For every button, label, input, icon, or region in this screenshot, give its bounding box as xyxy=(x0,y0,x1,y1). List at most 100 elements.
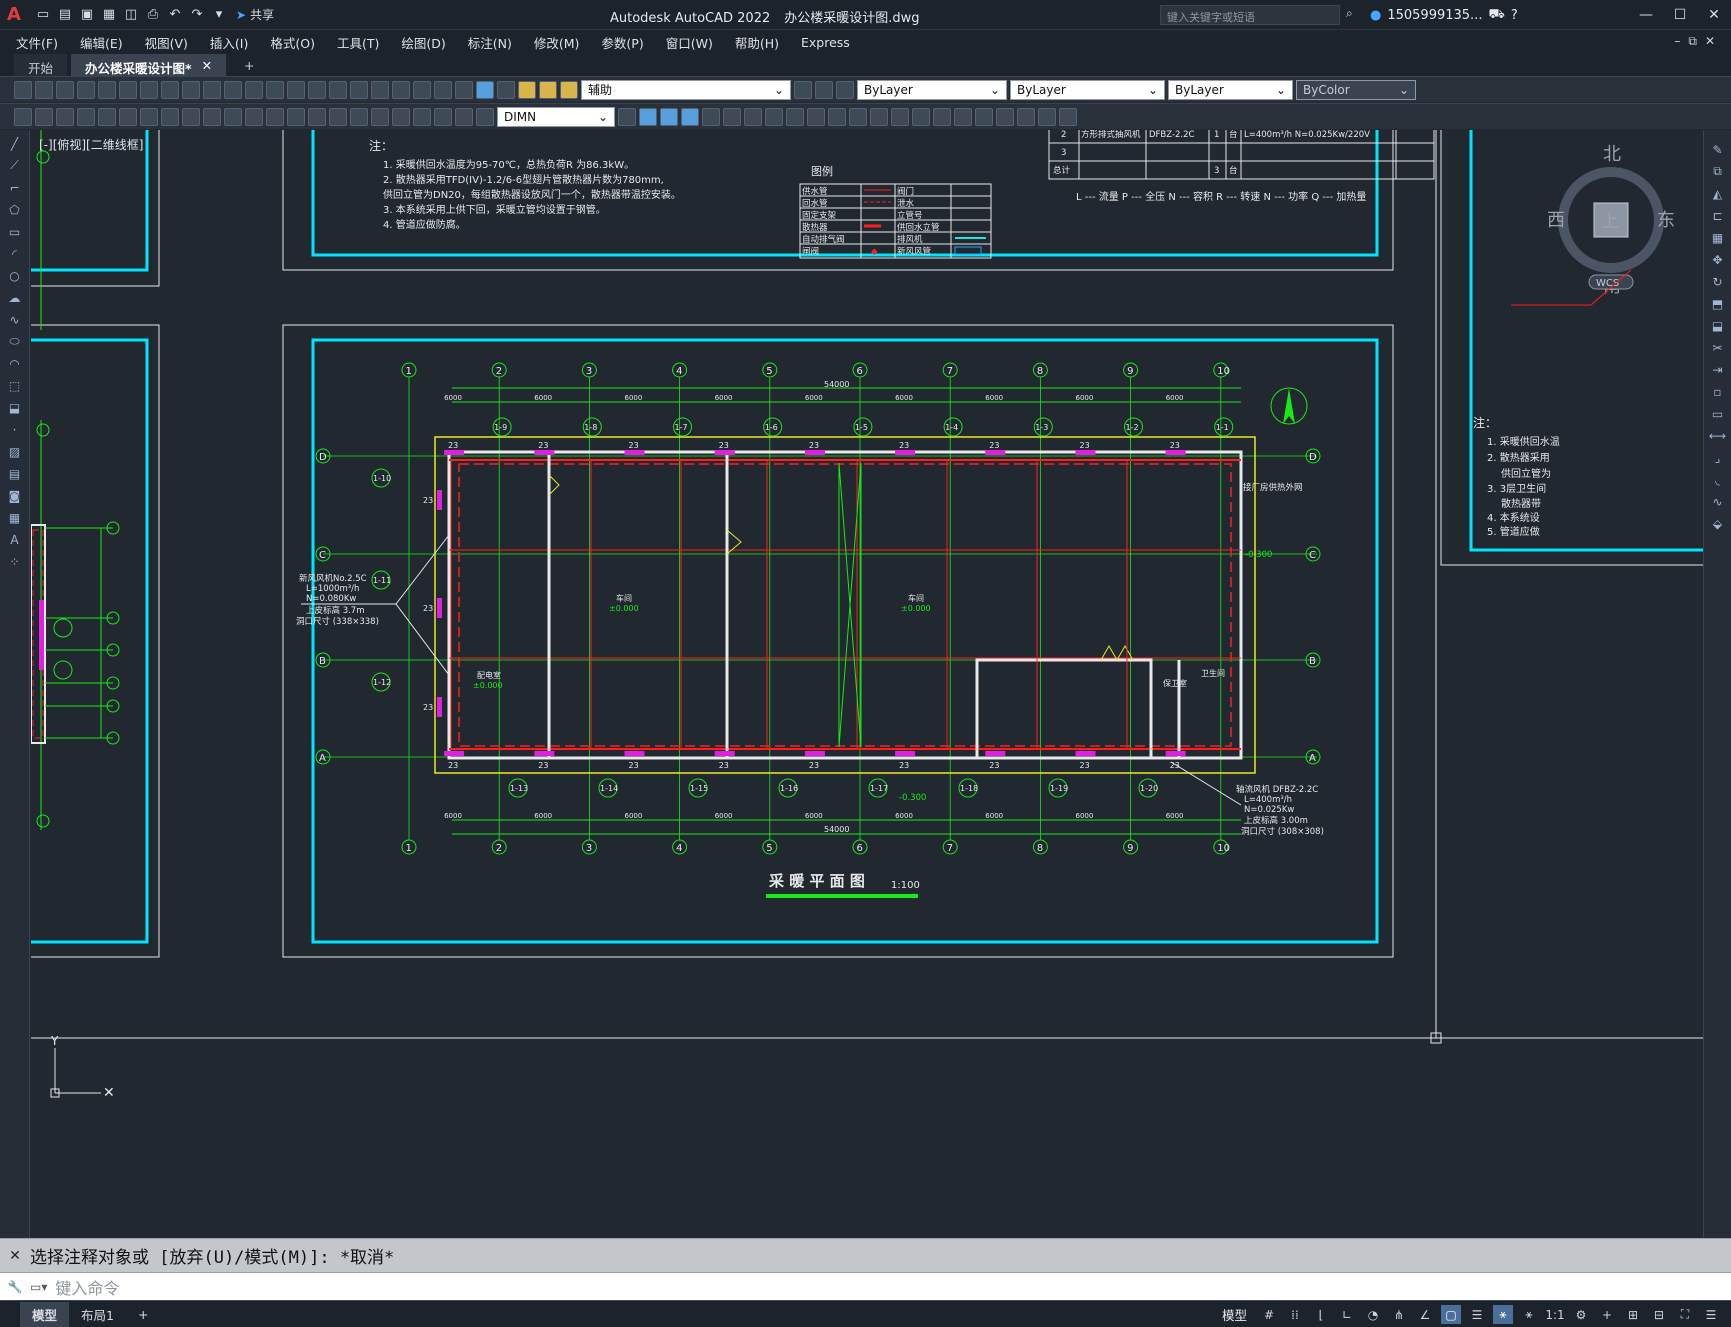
zoom-window-icon[interactable] xyxy=(308,80,326,99)
prompt-icon[interactable]: ▭▾ xyxy=(30,1280,47,1294)
user-account[interactable]: ● 1505999135... ⛟? xyxy=(1370,7,1518,24)
search-icon[interactable]: ⌕ xyxy=(1346,6,1353,21)
customization-icon[interactable]: ☰ xyxy=(1701,1305,1721,1324)
dropdown-icon[interactable]: ▾ xyxy=(210,6,228,24)
dimstyle-dropdown[interactable]: DIMN ⌄ xyxy=(497,106,615,127)
move-tool-icon[interactable]: ✥ xyxy=(1708,250,1728,269)
print-icon[interactable] xyxy=(77,80,95,99)
baseline-icon[interactable] xyxy=(266,107,284,126)
add-layout-button[interactable]: + xyxy=(126,1304,160,1325)
save-as-icon[interactable]: ▦ xyxy=(100,6,118,24)
save-file-icon[interactable] xyxy=(56,80,74,99)
open-file-icon[interactable] xyxy=(35,80,53,99)
command-input[interactable]: 键入命令 xyxy=(55,1275,119,1299)
cut-icon[interactable] xyxy=(140,80,158,99)
zoom-realtime-icon[interactable] xyxy=(287,80,305,99)
explode-icon[interactable] xyxy=(954,107,972,126)
command-line[interactable]: 🔧 ▭▾ 键入命令 xyxy=(0,1272,1731,1300)
region-icon[interactable]: ◙ xyxy=(5,486,25,505)
menu-insert[interactable]: 插入(I) xyxy=(210,33,248,52)
mirror-tool-icon[interactable]: ◭ xyxy=(1708,184,1728,203)
new-tab-button[interactable]: + xyxy=(230,54,268,76)
blend-icon[interactable]: ∿ xyxy=(1708,492,1728,511)
cart-icon[interactable]: ⛟ xyxy=(1488,7,1504,24)
annotation-monitor-icon[interactable]: + xyxy=(1597,1305,1617,1324)
move-icon[interactable] xyxy=(702,107,720,126)
lineweight-icon[interactable]: ☰ xyxy=(1467,1305,1487,1324)
ellipse-arc-icon[interactable]: ◠ xyxy=(5,354,25,373)
properties-icon[interactable] xyxy=(350,80,368,99)
qnew-icon[interactable] xyxy=(14,80,32,99)
help-icon[interactable]: ? xyxy=(1511,8,1518,23)
tool-palettes-icon[interactable] xyxy=(392,80,410,99)
circle-icon[interactable]: ○ xyxy=(5,266,25,285)
revcloud-icon[interactable]: ☁ xyxy=(5,288,25,307)
extend-tool-icon[interactable]: ⇥ xyxy=(1708,360,1728,379)
help-toolbar-icon[interactable] xyxy=(476,80,494,99)
chamfer-tool-icon[interactable]: ⌟ xyxy=(1708,448,1728,467)
menu-window[interactable]: 窗口(W) xyxy=(666,33,713,52)
break-point-icon[interactable]: ▫ xyxy=(1708,382,1728,401)
menu-view[interactable]: 视图(V) xyxy=(145,33,188,52)
menu-draw[interactable]: 绘图(D) xyxy=(401,33,445,52)
units-icon[interactable]: ⊞ xyxy=(1623,1305,1643,1324)
polygon-icon[interactable]: ⬠ xyxy=(5,200,25,219)
line-icon[interactable]: ╱ xyxy=(5,134,25,153)
paste-icon[interactable] xyxy=(182,80,200,99)
center-mark-icon[interactable] xyxy=(371,107,389,126)
diameter-icon[interactable] xyxy=(203,107,221,126)
explode-tool-icon[interactable]: ⬙ xyxy=(1708,514,1728,533)
fillet-icon[interactable] xyxy=(912,107,930,126)
menu-format[interactable]: 格式(O) xyxy=(270,33,315,52)
block-icon[interactable] xyxy=(1038,107,1056,126)
drawing-canvas[interactable]: 注： 1. 采暖供回水温度为95-70℃，总热负荷R 为86.3kW。 2. 散… xyxy=(31,130,1703,1238)
maximize-button[interactable]: ☐ xyxy=(1663,0,1697,30)
construction-line-icon[interactable]: ⟋ xyxy=(5,156,25,175)
menu-file[interactable]: 文件(F) xyxy=(16,33,58,52)
snap-icon[interactable]: ⁞⁞ xyxy=(1285,1305,1305,1324)
menu-edit[interactable]: 编辑(E) xyxy=(80,33,123,52)
menu-help[interactable]: 帮助(H) xyxy=(735,33,779,52)
fillet-tool-icon[interactable]: ◟ xyxy=(1708,470,1728,489)
undo-icon[interactable]: ↶ xyxy=(166,6,184,24)
tool-c-icon[interactable] xyxy=(56,107,74,126)
toolbar-redo-icon[interactable] xyxy=(245,80,263,99)
close-button[interactable]: ✕ xyxy=(1697,0,1731,30)
tolerance-icon[interactable] xyxy=(350,107,368,126)
tool-b-icon[interactable] xyxy=(35,107,53,126)
menu-express[interactable]: Express xyxy=(801,35,850,50)
arc-length-icon[interactable] xyxy=(119,107,137,126)
viewport-controls[interactable]: [-][俯视][二维线框] xyxy=(39,136,143,153)
sheet-set-icon[interactable] xyxy=(413,80,431,99)
copy-icon[interactable] xyxy=(161,80,179,99)
scale-tool-icon[interactable]: ⬒ xyxy=(1708,294,1728,313)
trim-icon[interactable] xyxy=(870,107,888,126)
polar-icon[interactable]: ◔ xyxy=(1363,1305,1383,1324)
inspect-icon[interactable] xyxy=(392,107,410,126)
jog-line-icon[interactable] xyxy=(413,107,431,126)
mtext-icon[interactable]: A xyxy=(5,530,25,549)
viewcube[interactable]: 上 北 南 东 西 WCS xyxy=(1547,144,1675,297)
erase-icon[interactable]: ✎ xyxy=(1708,140,1728,159)
copy-tool-icon[interactable]: ⧉ xyxy=(1708,162,1728,181)
isodraft-icon[interactable]: ⋔ xyxy=(1389,1305,1409,1324)
copy-obj-icon[interactable] xyxy=(723,107,741,126)
layer-previous-icon[interactable] xyxy=(815,80,833,99)
ellipse-icon[interactable]: ⬭ xyxy=(5,332,25,351)
layer-lock-icon[interactable] xyxy=(560,80,578,99)
rotate-tool-icon[interactable]: ↻ xyxy=(1708,272,1728,291)
publish-icon[interactable] xyxy=(119,80,137,99)
new-icon[interactable]: ▭ xyxy=(34,6,52,24)
spline-icon[interactable]: ∿ xyxy=(5,310,25,329)
table-icon[interactable]: ▦ xyxy=(5,508,25,527)
polyline-icon[interactable]: ⌐ xyxy=(5,178,25,197)
lineweight-dropdown[interactable]: ByLayer ⌄ xyxy=(1168,79,1293,100)
continue-icon[interactable] xyxy=(287,107,305,126)
rectangle-icon[interactable]: ▭ xyxy=(5,222,25,241)
dimstyle-icon[interactable] xyxy=(618,107,636,126)
grid-icon[interactable]: # xyxy=(1259,1305,1279,1324)
layer-dropdown[interactable]: 辅助 ⌄ xyxy=(581,79,791,100)
insert-block-icon[interactable] xyxy=(1059,107,1077,126)
point-icon[interactable]: · xyxy=(5,420,25,439)
extend-icon[interactable] xyxy=(891,107,909,126)
